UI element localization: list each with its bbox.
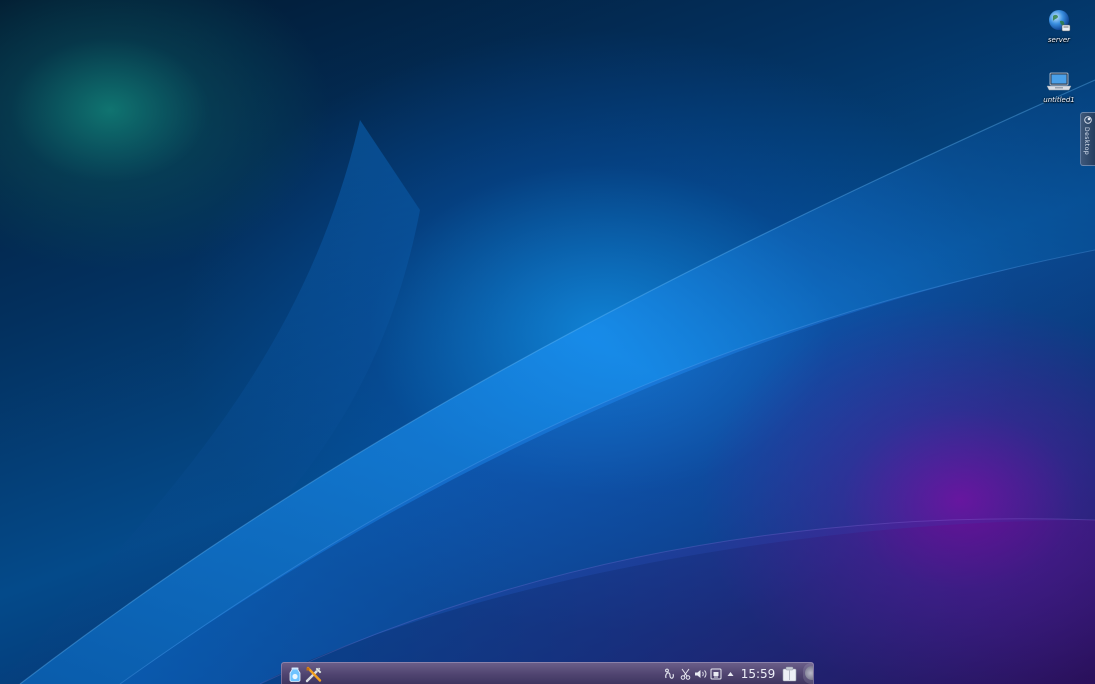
activities-icon — [664, 668, 674, 679]
expand-arrow-icon — [727, 672, 733, 676]
application-launcher-icon — [289, 667, 301, 682]
desktop-toolbox-label: Desktop — [1083, 127, 1090, 156]
show-desktop-button[interactable] — [781, 666, 797, 682]
laptop-icon — [1046, 72, 1072, 91]
klipper-scissors-icon — [680, 668, 690, 680]
show-desktop-icon — [782, 666, 796, 682]
systray-volume[interactable] — [694, 666, 708, 682]
desktop-icon-server[interactable]: server — [1029, 8, 1089, 44]
panel-toolbox-button[interactable] — [803, 663, 813, 684]
desktop-icon-label: untitled1 — [1043, 96, 1075, 104]
systray-expand-button[interactable] — [726, 666, 734, 682]
desktop[interactable]: server untitled1 Desktop 15:59 — [0, 0, 1095, 684]
systray-activities[interactable] — [663, 666, 675, 682]
digital-clock[interactable]: 15:59 — [738, 666, 778, 682]
systray-clipboard[interactable] — [679, 666, 691, 682]
application-launcher-button[interactable] — [287, 666, 303, 682]
panel-toolbox-icon — [805, 666, 813, 680]
systray-network[interactable] — [710, 666, 722, 682]
desktop-icon-label: server — [1047, 36, 1071, 44]
network-icon — [710, 668, 722, 680]
system-settings-button[interactable] — [305, 666, 323, 682]
taskbar-panel: 15:59 — [281, 662, 814, 684]
system-settings-icon — [305, 666, 322, 682]
plasma-toolbox-icon — [1084, 116, 1092, 124]
desktop-icon-untitled1[interactable]: untitled1 — [1029, 70, 1089, 104]
globe-server-icon — [1049, 10, 1071, 32]
desktop-toolbox[interactable]: Desktop — [1080, 112, 1095, 166]
volume-icon — [695, 670, 707, 678]
wallpaper-waves — [0, 79, 1095, 684]
